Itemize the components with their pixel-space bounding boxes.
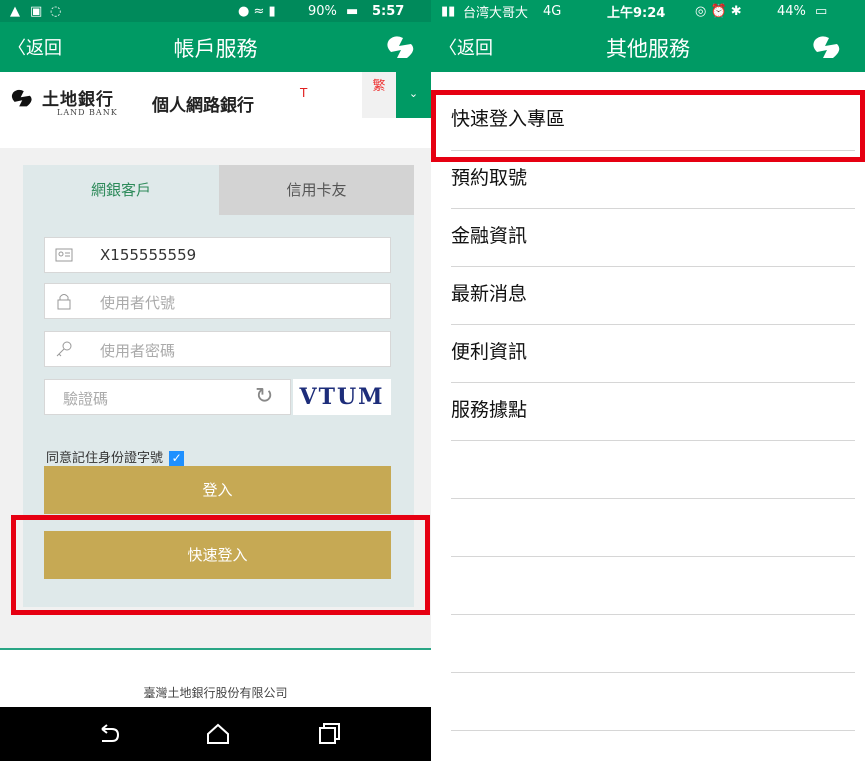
warning-icon: ▲ <box>10 3 20 19</box>
carrier-name: 台湾大哥大 <box>463 5 529 21</box>
android-nav-bar <box>0 707 431 761</box>
highlight-box-quick-login-zone <box>431 90 865 162</box>
bank-name-en: LAND BANK <box>57 108 118 117</box>
signal-icon: ▮▮ <box>441 3 456 19</box>
page-title: 其他服務 <box>606 37 690 61</box>
list-item-label: 最新消息 <box>451 283 528 305</box>
captcha-placeholder: 驗證碼 <box>63 390 109 408</box>
footer-company: 臺灣土地銀行股份有限公司 <box>143 686 288 700</box>
top-bar: 〈返回 其他服務 <box>431 22 865 72</box>
list-item-service-locations[interactable]: 服務據點 <box>451 382 855 441</box>
network-type: 4G <box>543 3 562 19</box>
battery-icon: ▬ <box>346 3 359 19</box>
ebank-name: 個人網路銀行 <box>152 96 254 116</box>
status-bar: ▲ ▣ ◌ ● ≈ ▮ 90% ▬ 5:57 <box>0 0 431 22</box>
list-item-empty <box>451 440 855 499</box>
status-time: 上午9:24 <box>607 5 666 21</box>
battery-level: 90% <box>308 3 337 19</box>
captcha-field[interactable]: 驗證碼 ↻ <box>44 379 291 415</box>
list-item-label: 便利資訊 <box>451 341 528 363</box>
ebank-superscript: T <box>300 86 308 100</box>
lock-icon <box>55 292 73 310</box>
back-nav-icon[interactable] <box>94 719 124 749</box>
id-number-field[interactable]: X155555559 <box>44 237 391 273</box>
page-title: 帳戶服務 <box>173 37 258 61</box>
remember-id-option[interactable]: 同意記住身份證字號 ✓ <box>46 447 185 466</box>
user-id-field[interactable]: 使用者代號 <box>44 283 391 319</box>
sync-icon: ◌ <box>50 3 62 19</box>
captcha-image: VTUM <box>293 379 391 415</box>
status-time: 5:57 <box>372 3 405 19</box>
password-placeholder: 使用者密碼 <box>100 342 176 360</box>
list-item-convenience-info[interactable]: 便利資訊 <box>451 324 855 383</box>
list-item-label: 預約取號 <box>451 167 528 189</box>
top-bar: 〈返回 帳戶服務 <box>0 22 431 72</box>
status-bar: ▮▮ 台湾大哥大 4G 上午9:24 ◎ ⏰ ✱ 44% ▭ <box>431 0 865 22</box>
list-item-latest-news[interactable]: 最新消息 <box>451 266 855 325</box>
id-card-icon <box>55 246 73 264</box>
bank-logo-icon <box>10 86 36 110</box>
land-bank-logo-icon <box>385 32 419 62</box>
list-item-empty <box>451 614 855 673</box>
highlight-box-quick-login <box>11 515 430 615</box>
footer-divider <box>0 648 431 650</box>
sim-icon: ▣ <box>30 3 43 19</box>
login-tabs: 網銀客戶 信用卡友 <box>23 165 414 215</box>
bank-header: 土地銀行 LAND BANK 個人網路銀行 T 繁 ⌄ <box>0 72 431 149</box>
list-item-financial-info[interactable]: 金融資訊 <box>451 208 855 267</box>
recents-nav-icon[interactable] <box>314 719 344 749</box>
password-field[interactable]: 使用者密碼 <box>44 331 391 367</box>
list-item-label: 服務據點 <box>451 399 528 421</box>
wifi-signal-icons: ● ≈ ▮ <box>238 3 276 19</box>
battery-icon: ▭ <box>815 3 828 19</box>
tab-credit-card[interactable]: 信用卡友 <box>219 165 414 215</box>
bank-name: 土地銀行 <box>42 90 114 110</box>
remember-checkbox[interactable]: ✓ <box>169 451 185 466</box>
refresh-captcha-icon[interactable]: ↻ <box>255 384 273 409</box>
list-item-empty <box>451 498 855 557</box>
alarm-bluetooth-icons: ◎ ⏰ ✱ <box>695 3 742 19</box>
left-screen: ▲ ▣ ◌ ● ≈ ▮ 90% ▬ 5:57 〈返回 帳戶服務 土地銀行 LAN… <box>0 0 431 761</box>
user-id-placeholder: 使用者代號 <box>100 294 176 312</box>
home-nav-icon[interactable] <box>203 719 233 749</box>
right-screen: ▮▮ 台湾大哥大 4G 上午9:24 ◎ ⏰ ✱ 44% ▭ 〈返回 其他服務 … <box>431 0 865 761</box>
login-button[interactable]: 登入 <box>44 466 391 514</box>
battery-level: 44% <box>777 3 806 19</box>
list-item-empty <box>451 672 855 731</box>
remember-id-label: 同意記住身份證字號 <box>46 451 164 466</box>
key-icon <box>55 340 73 358</box>
tab-ebank-customer[interactable]: 網銀客戶 <box>23 165 219 215</box>
list-item-label: 金融資訊 <box>451 225 528 247</box>
language-dropdown-icon[interactable]: ⌄ <box>396 72 431 118</box>
land-bank-logo-icon <box>811 32 845 62</box>
list-item-empty <box>451 556 855 615</box>
language-button[interactable]: 繁 <box>362 72 396 118</box>
id-number-value: X155555559 <box>100 246 197 264</box>
